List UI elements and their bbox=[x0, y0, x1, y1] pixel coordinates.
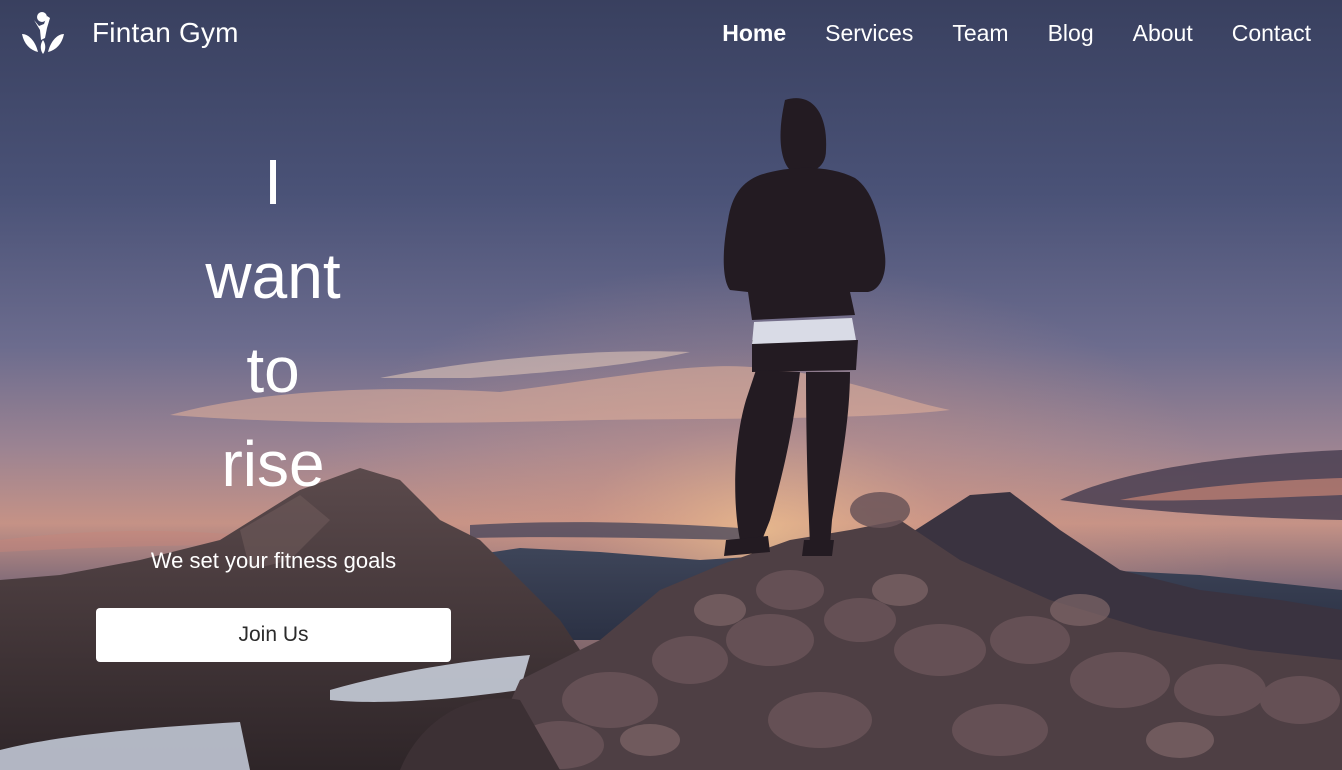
person-leaves-logo-icon bbox=[22, 12, 64, 54]
headline-word: to bbox=[246, 334, 300, 406]
headline-word: want bbox=[205, 240, 341, 312]
headline-word: rise bbox=[221, 428, 325, 500]
nav-link-contact[interactable]: Contact bbox=[1232, 20, 1311, 46]
nav-link-blog[interactable]: Blog bbox=[1048, 20, 1094, 46]
join-us-button[interactable]: Join Us bbox=[96, 608, 451, 662]
nav-link-team[interactable]: Team bbox=[952, 20, 1008, 46]
nav-menu: Home Services Team Blog About Contact bbox=[683, 18, 1311, 48]
nav-link-home[interactable]: Home bbox=[722, 20, 786, 46]
hero-tagline: We set your fitness goals bbox=[150, 548, 397, 573]
nav-link-services[interactable]: Services bbox=[825, 20, 913, 46]
hero-section: Fintan Gym Home Services Team Blog About… bbox=[0, 0, 1342, 770]
headline-word: I bbox=[264, 146, 282, 218]
nav-link-about[interactable]: About bbox=[1133, 20, 1193, 46]
brand-link[interactable]: Fintan Gym bbox=[20, 10, 239, 56]
top-navbar: Fintan Gym Home Services Team Blog About… bbox=[0, 0, 1342, 68]
hero-headline: I want to rise bbox=[150, 135, 396, 511]
brand-name: Fintan Gym bbox=[92, 17, 239, 48]
